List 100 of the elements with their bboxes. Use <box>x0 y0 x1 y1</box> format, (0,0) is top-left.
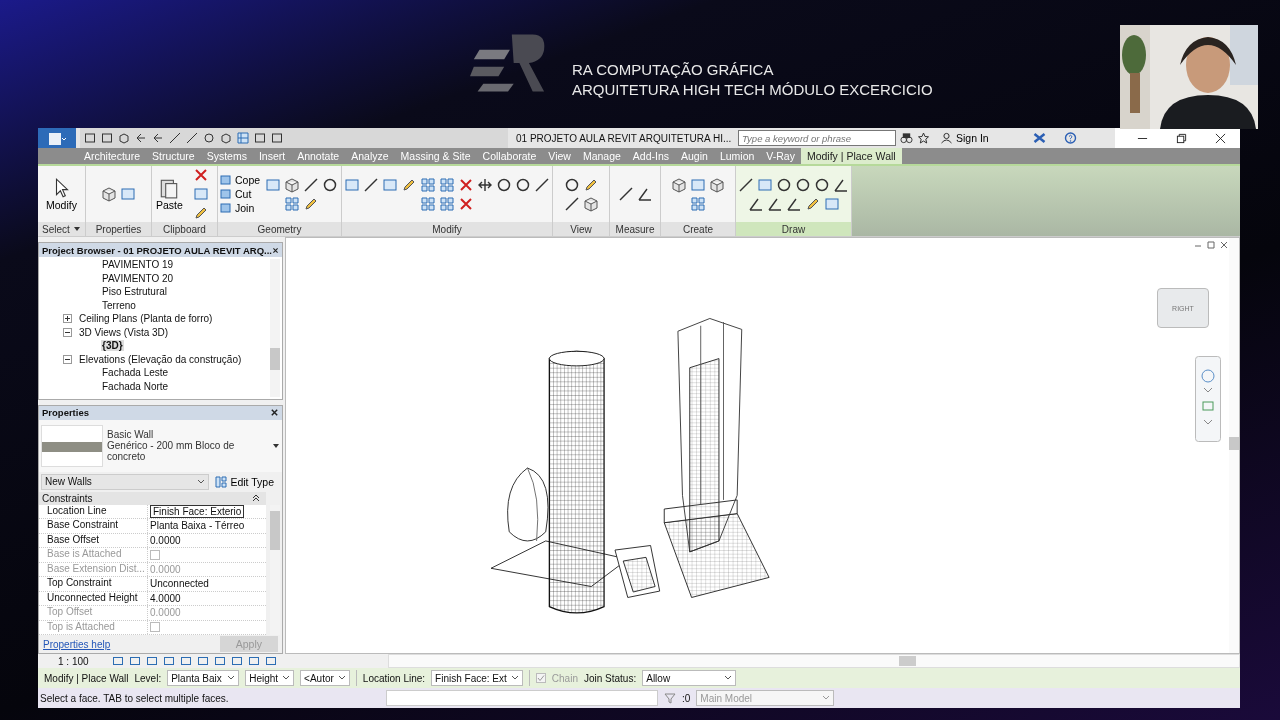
property-field[interactable]: Finish Face: Exterio <box>150 504 245 518</box>
binoculars-icon[interactable] <box>900 132 913 144</box>
property-value[interactable]: Unconnected <box>150 578 209 590</box>
property-value[interactable]: Planta Baixa - Térreo <box>150 520 245 532</box>
collapse-icon[interactable] <box>63 354 72 364</box>
line-icon[interactable] <box>169 132 181 144</box>
top-dropdown[interactable]: <Autor <box>300 670 350 686</box>
circle-icon[interactable] <box>321 176 338 193</box>
arrow-icon[interactable] <box>152 132 164 144</box>
property-value[interactable]: 4.0000 <box>150 592 181 604</box>
ribbon-button[interactable]: Join <box>220 202 261 214</box>
line-icon[interactable] <box>534 176 550 193</box>
collapse-icon[interactable] <box>63 327 72 337</box>
view-tool-icon[interactable] <box>145 655 158 667</box>
view-tool-icon[interactable] <box>111 655 124 667</box>
grid-icon[interactable] <box>420 176 436 193</box>
line-icon[interactable] <box>302 176 319 193</box>
view-tool-icon[interactable] <box>179 655 192 667</box>
grid-icon[interactable] <box>690 195 706 212</box>
tree-item[interactable]: Piso Estrutural <box>101 286 169 298</box>
edit-type-button[interactable]: Edit Type <box>215 475 280 488</box>
circle-icon[interactable] <box>203 132 215 144</box>
grid-icon[interactable] <box>420 195 436 212</box>
square-icon[interactable] <box>101 132 113 144</box>
view-tool-icon[interactable] <box>264 655 277 667</box>
type-selector[interactable]: Basic Wall Genérico - 200 mm Bloco de concreto <box>39 419 282 472</box>
view-tool-icon[interactable] <box>213 655 226 667</box>
search-field[interactable]: Type a keyword or phrase <box>738 130 896 146</box>
circle-icon[interactable] <box>496 176 512 193</box>
join-status-dropdown[interactable]: Allow <box>642 670 737 686</box>
view-tool-icon[interactable] <box>196 655 209 667</box>
tree-item[interactable]: Ceiling Plans (Planta de forro) <box>78 313 214 325</box>
cube-icon[interactable] <box>671 176 687 193</box>
square-icon[interactable] <box>271 132 283 144</box>
checkbox[interactable] <box>535 673 546 683</box>
view-window-controls[interactable] <box>1193 240 1229 250</box>
scrollbar[interactable] <box>270 259 280 397</box>
ribbon-button[interactable]: Cope <box>220 174 261 186</box>
workset-field[interactable] <box>386 690 658 706</box>
ribbon-button[interactable]: Modify <box>44 177 79 211</box>
close-icon[interactable] <box>270 408 279 417</box>
circle-icon[interactable] <box>776 176 792 193</box>
tree-item[interactable]: PAVIMENTO 20 <box>101 272 175 284</box>
tree-item[interactable]: {3D} <box>101 340 124 352</box>
tree-item[interactable]: 3D Views (Vista 3D) <box>78 326 170 338</box>
cube-icon[interactable] <box>283 176 300 193</box>
line-icon[interactable] <box>186 132 198 144</box>
square-icon[interactable] <box>254 132 266 144</box>
cube-icon[interactable] <box>220 132 232 144</box>
view-tool-icon[interactable] <box>128 655 141 667</box>
cube-icon[interactable] <box>709 176 725 193</box>
view-tool-icon[interactable] <box>230 655 243 667</box>
cube-icon[interactable] <box>582 195 599 212</box>
tree-item[interactable]: Terreno <box>101 299 137 311</box>
restore-icon[interactable] <box>1176 132 1187 144</box>
cube-icon[interactable] <box>118 132 130 144</box>
cross-icon[interactable] <box>458 195 474 212</box>
tree-item[interactable]: Fachada Leste <box>101 367 170 379</box>
view-tool-icon[interactable] <box>247 655 260 667</box>
angle-icon[interactable] <box>636 186 653 202</box>
circle-icon[interactable] <box>814 176 830 193</box>
arrow-icon[interactable] <box>135 132 147 144</box>
location-line-dropdown[interactable]: Finish Face: Ext <box>431 670 523 686</box>
grid-icon[interactable] <box>237 132 249 144</box>
line-icon[interactable] <box>738 176 754 193</box>
grid-icon[interactable] <box>439 176 455 193</box>
property-value[interactable]: 0.0000 <box>150 534 181 546</box>
filter-icon[interactable] <box>664 692 676 704</box>
scale-button[interactable]: 1 : 100 <box>58 655 89 667</box>
ribbon-button[interactable]: Cut <box>220 188 261 200</box>
cross-icon[interactable] <box>193 167 210 183</box>
help-icon[interactable] <box>1063 132 1077 144</box>
square-icon[interactable] <box>84 132 96 144</box>
circle-icon[interactable] <box>563 176 580 193</box>
scrollbar[interactable] <box>388 654 1240 668</box>
arrow-icon[interactable] <box>477 176 493 193</box>
close-icon[interactable] <box>272 245 279 255</box>
tree-item[interactable]: Fachada Norte <box>101 380 170 392</box>
star-icon[interactable] <box>917 132 930 144</box>
level-dropdown[interactable]: Planta Baix <box>167 670 240 686</box>
grid-icon[interactable] <box>439 195 455 212</box>
close-icon[interactable] <box>1215 132 1226 144</box>
properties-help-link[interactable]: Properties help <box>43 638 111 650</box>
cross-icon[interactable] <box>458 176 474 193</box>
line-icon[interactable] <box>617 186 634 202</box>
view-tool-icon[interactable] <box>162 655 175 667</box>
circle-icon[interactable] <box>795 176 811 193</box>
scrollbar[interactable] <box>1229 238 1239 653</box>
ribbon-tab[interactable]: Modify | Place Wall <box>800 148 902 164</box>
instance-filter-dropdown[interactable]: New Walls <box>41 473 210 490</box>
height-dropdown[interactable]: Height <box>245 670 295 686</box>
line-icon[interactable] <box>363 176 379 193</box>
group-header[interactable]: Constraints <box>39 491 266 505</box>
application-menu-button[interactable] <box>38 128 76 150</box>
expand-icon[interactable] <box>63 314 72 324</box>
tree-item[interactable]: Elevations (Elevação da construção) <box>78 353 243 365</box>
circle-icon[interactable] <box>515 176 531 193</box>
caret-icon[interactable] <box>72 225 81 233</box>
ribbon-button[interactable]: Paste <box>154 177 185 211</box>
sign-in-button[interactable]: Sign In <box>934 132 1029 144</box>
